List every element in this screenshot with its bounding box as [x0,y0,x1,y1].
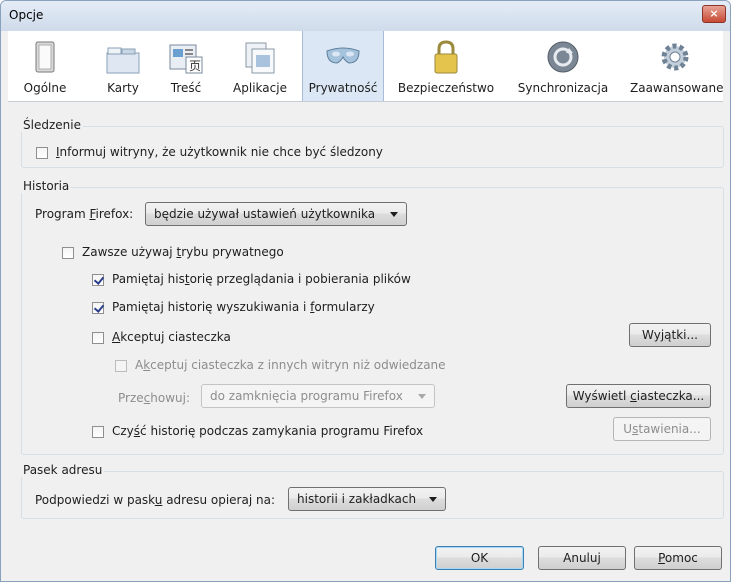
third-party-cookies-label[interactable]: Akceptuj ciasteczka z innych witryn niż … [135,358,446,372]
tab-advanced[interactable]: Zaawansowane [630,31,724,101]
tab-privacy[interactable]: Prywatność [302,31,384,101]
tab-label: Ogólne [23,81,67,95]
chevron-down-icon [418,394,426,399]
ok-button[interactable]: OK [435,546,524,570]
cancel-button[interactable]: Anuluj [538,546,626,570]
tab-label: Synchronizacja [517,81,609,95]
accept-cookies-checkbox[interactable] [92,332,104,344]
close-button[interactable]: × [702,5,726,23]
remember-search-label[interactable]: Pamiętaj historię wyszukiwania i formula… [112,300,375,314]
tab-general[interactable]: Ogólne [14,31,76,101]
padlock-icon [434,40,458,74]
history-group [21,187,724,455]
applications-icon [245,42,275,74]
history-title: Historia [21,179,72,193]
addressbar-title: Pasek adresu [21,463,105,477]
clear-history-label[interactable]: Czyść historię podczas zamykania program… [112,424,423,438]
tab-label: Prywatność [308,81,378,95]
tab-label: Zaawansowane [630,81,724,95]
clear-history-checkbox[interactable] [92,426,104,438]
content-icon: 页 [169,44,203,74]
clear-settings-button[interactable]: Ustawienia... [613,417,711,441]
tab-security[interactable]: Bezpieczeństwo [394,31,498,101]
addressbar-label: Podpowiedzi w pasku adresu opieraj na: [35,493,275,507]
tab-sync[interactable]: Synchronizacja [513,31,613,101]
always-private-checkbox[interactable] [62,247,74,259]
options-dialog: Opcje × Ogólne Karty 页 Treść Aplikacje P… [0,0,731,582]
chevron-down-icon [429,497,437,502]
addressbar-suggest-select[interactable]: historii i zakładkach [288,487,446,511]
dnt-checkbox[interactable] [36,147,48,159]
sync-icon [547,41,579,73]
privacy-mask-icon [326,47,360,64]
help-button[interactable]: Pomoc [634,546,722,570]
svg-text:页: 页 [189,59,201,73]
tracking-title: Śledzenie [21,118,83,132]
dnt-label[interactable]: Informuj witryny, że użytkownik nie chce… [56,145,383,159]
tab-label: Aplikacje [233,81,287,95]
keep-until-value: do zamknięcia programu Firefox [210,389,403,403]
tabs-icon [106,47,140,74]
category-toolbar: Ogólne Karty 页 Treść Aplikacje Prywatnoś… [8,31,723,102]
chevron-down-icon [390,212,398,217]
addressbar-suggest-value: historii i zakładkach [297,492,417,506]
title-bar: Opcje × [1,1,730,31]
history-mode-value: będzie używał ustawień użytkownika [154,207,376,221]
exceptions-button[interactable]: Wyjątki... [629,323,711,347]
keep-until-select[interactable]: do zamknięcia programu Firefox [201,384,435,408]
tab-label: Karty [107,81,139,95]
tab-applications[interactable]: Aplikacje [226,31,294,101]
window-title: Opcje [9,8,44,22]
remember-browsing-checkbox[interactable] [92,274,104,286]
accept-cookies-label[interactable]: Akceptuj ciasteczka [112,330,231,344]
tab-tabs[interactable]: Karty [98,31,148,101]
history-mode-select[interactable]: będzie używał ustawień użytkownika [145,202,407,226]
always-private-label[interactable]: Zawsze używaj trybu prywatnego [82,245,284,259]
remember-browsing-label[interactable]: Pamiętaj historię przeglądania i pobiera… [112,272,411,286]
privacy-pane: Śledzenie Informuj witryny, że użytkowni… [8,101,724,581]
program-label: Program Firefox: [35,207,134,221]
general-icon [35,41,55,73]
third-party-cookies-checkbox[interactable] [115,360,127,372]
tab-label: Bezpieczeństwo [397,81,495,95]
gear-icon [661,43,689,71]
tab-label: Treść [170,81,202,95]
remember-search-checkbox[interactable] [92,302,104,314]
show-cookies-button[interactable]: Wyświetl ciasteczka... [566,384,711,408]
tab-content[interactable]: 页 Treść [161,31,211,101]
keep-until-label: Przechowuj: [118,391,190,405]
